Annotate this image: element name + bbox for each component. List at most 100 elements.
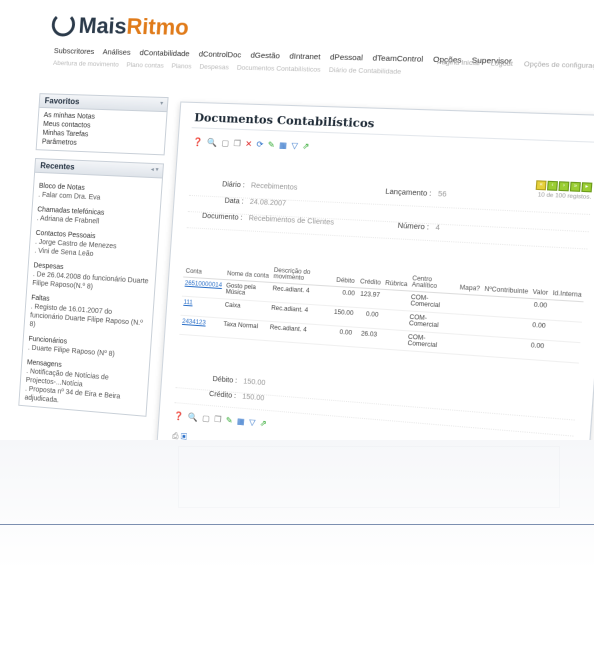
record-toolbar-bottom: ❓ 🔍 ▢ ❐ ✎ ▦ ▽ ⇗ <box>173 411 268 428</box>
cell-debito: 0.00 <box>329 325 355 347</box>
logo-accent: Ritmo <box>125 13 190 41</box>
list-icon[interactable]: ▦ <box>279 141 289 151</box>
search-icon[interactable]: 🔍 <box>207 138 219 148</box>
credito-total-value: 150.00 <box>241 393 265 403</box>
list-icon[interactable]: ▦ <box>237 417 246 427</box>
data-label: Data : <box>224 197 244 206</box>
cell-rubrica <box>379 309 408 331</box>
refresh-icon[interactable]: ⟳ <box>256 140 265 150</box>
cell-rubrica <box>381 289 410 311</box>
link-logout[interactable]: Logout <box>490 60 513 68</box>
subnav-item-diario[interactable]: Diário de Contabilidade <box>329 67 402 76</box>
cell-id-interna <box>545 340 581 364</box>
new-icon[interactable]: ▢ <box>221 138 230 147</box>
app-window: MaisRitmo Subscritores Análises dContabi… <box>5 6 594 491</box>
cell-valor: 0.00 <box>526 318 549 341</box>
cell-contribuinte <box>477 335 527 360</box>
col-debito[interactable]: Débito <box>333 269 359 288</box>
delete-icon[interactable]: ✕ <box>245 139 254 148</box>
first-page-icon[interactable]: « <box>535 180 547 191</box>
cell-debito: 0.00 <box>332 286 358 308</box>
col-rubrica[interactable]: Rúbrica <box>382 272 411 291</box>
help-icon[interactable]: ❓ <box>173 411 185 421</box>
favoritos-title: Favoritos <box>44 96 80 107</box>
cell-credito: 26.03 <box>353 327 380 349</box>
filter-icon[interactable]: ▽ <box>291 141 299 151</box>
cell-mapa <box>454 313 481 336</box>
cell-descricao: Rec.adiant. 4 <box>266 321 331 346</box>
nav-item-dintranet[interactable]: dIntranet <box>289 51 321 61</box>
link-opcoes-configuracao[interactable]: Opções de configuração <box>524 61 594 70</box>
main-panel: Documentos Contabilísticos ❓ 🔍 ▢ ❐ ✕ ⟳ ✎… <box>156 101 594 491</box>
subnav-item-plano-contas[interactable]: Plano contas <box>126 62 164 70</box>
copy-icon[interactable]: ❐ <box>214 415 223 425</box>
prev-page-icon[interactable]: ‹ <box>546 180 558 191</box>
next-page-icon[interactable]: › <box>558 181 570 192</box>
cell-id-interna <box>546 320 582 343</box>
nav-item-dcontabilidade[interactable]: dContabilidade <box>139 48 190 58</box>
recentes-panel: Recentes ◂ ▾ Bloco de Notas . Falar com … <box>18 157 164 417</box>
nav-item-dpessoal[interactable]: dPessoal <box>330 52 363 62</box>
documento-label: Documento : <box>201 212 243 222</box>
edit-icon[interactable]: ✎ <box>267 140 276 150</box>
diario-field[interactable]: Recebimentos <box>251 182 298 191</box>
totals-section: Débito : 150.00 Crédito : 150.00 <box>174 373 576 437</box>
last-page-icon[interactable]: » <box>569 181 581 192</box>
subnav-item-documentos[interactable]: Documentos Contabilísticos <box>237 64 321 73</box>
col-mapa[interactable]: Mapa? <box>457 276 484 296</box>
debito-total-label: Débito : <box>212 375 238 385</box>
cell-conta[interactable]: 2434123 <box>179 315 222 338</box>
cell-debito: 150.00 <box>330 305 357 328</box>
debito-total-value: 150.00 <box>243 378 266 388</box>
help-icon[interactable]: ❓ <box>192 137 204 147</box>
screen-reflection <box>0 440 594 657</box>
cell-valor: 0.00 <box>528 298 550 321</box>
document-form: Diário : Recebimentos Lançamento : 56 Da… <box>186 179 592 250</box>
subnav-item-despesas[interactable]: Despesas <box>199 64 229 72</box>
cell-id-interna <box>548 299 584 323</box>
link-pagina-inicial[interactable]: Página Inicial <box>437 59 480 67</box>
nav-item-dgestao[interactable]: dGestão <box>250 51 280 61</box>
lancamento-field[interactable]: 56 <box>438 191 447 199</box>
cell-mapa <box>452 333 479 356</box>
subnav-item-planos[interactable]: Planos <box>171 63 191 71</box>
logo-mark-icon <box>51 12 76 37</box>
nav-item-dteamcontrol[interactable]: dTeamControl <box>372 53 423 64</box>
numero-field[interactable]: 4 <box>435 225 440 233</box>
data-field[interactable]: 24.08.2007 <box>250 199 287 208</box>
subnav-item-abertura[interactable]: Abertura de movimento <box>53 60 119 69</box>
export-icon[interactable]: ⇗ <box>302 141 311 151</box>
recentes-title: Recentes <box>40 161 75 172</box>
lancamento-label: Lançamento : <box>385 188 432 198</box>
numero-label: Número : <box>397 222 430 232</box>
cell-rubrica <box>378 328 407 351</box>
search-icon[interactable]: 🔍 <box>188 412 200 422</box>
favoritos-panel: Favoritos ▾ As minhas Notas Meus contact… <box>35 93 169 156</box>
new-icon[interactable]: ▢ <box>202 414 211 424</box>
favoritos-body: As minhas Notas Meus contactos Minhas Ta… <box>37 108 167 154</box>
export-icon[interactable]: ⇗ <box>259 419 268 429</box>
copy-icon[interactable]: ❐ <box>233 139 242 148</box>
movements-table: Conta Nome da conta Descrição do movimen… <box>179 260 585 364</box>
screenshot-stage: MaisRitmo Subscritores Análises dContabi… <box>0 0 594 657</box>
cell-valor: 0.00 <box>525 338 547 361</box>
record-toolbar: ❓ 🔍 ▢ ❐ ✕ ⟳ ✎ ▦ ▽ ⇗ <box>192 137 310 151</box>
reflection-divider <box>0 524 594 525</box>
filter-icon[interactable]: ▽ <box>249 418 257 428</box>
edit-icon[interactable]: ✎ <box>225 416 234 426</box>
app-logo[interactable]: MaisRitmo <box>51 12 190 42</box>
cell-mapa <box>455 293 482 316</box>
col-valor[interactable]: Valor <box>529 280 552 300</box>
cell-conta[interactable]: 26510000014 <box>181 276 225 299</box>
col-id-interna[interactable]: Id.Interna <box>549 282 585 302</box>
cell-centro: COM- Comercial <box>404 330 455 355</box>
cell-credito: 0.00 <box>354 307 382 329</box>
collapse-icon[interactable]: ▾ <box>160 100 163 107</box>
col-credito[interactable]: Crédito <box>357 270 384 290</box>
top-links: Página Inicial Logout Opções de configur… <box>428 59 594 70</box>
nav-item-dcontroldoc[interactable]: dControlDoc <box>198 49 241 59</box>
nav-item-analises[interactable]: Análises <box>102 47 130 57</box>
collapse-icon[interactable]: ◂ ▾ <box>151 166 159 173</box>
nav-item-subscritores[interactable]: Subscritores <box>54 46 95 56</box>
go-icon[interactable]: ▸ <box>581 182 593 193</box>
